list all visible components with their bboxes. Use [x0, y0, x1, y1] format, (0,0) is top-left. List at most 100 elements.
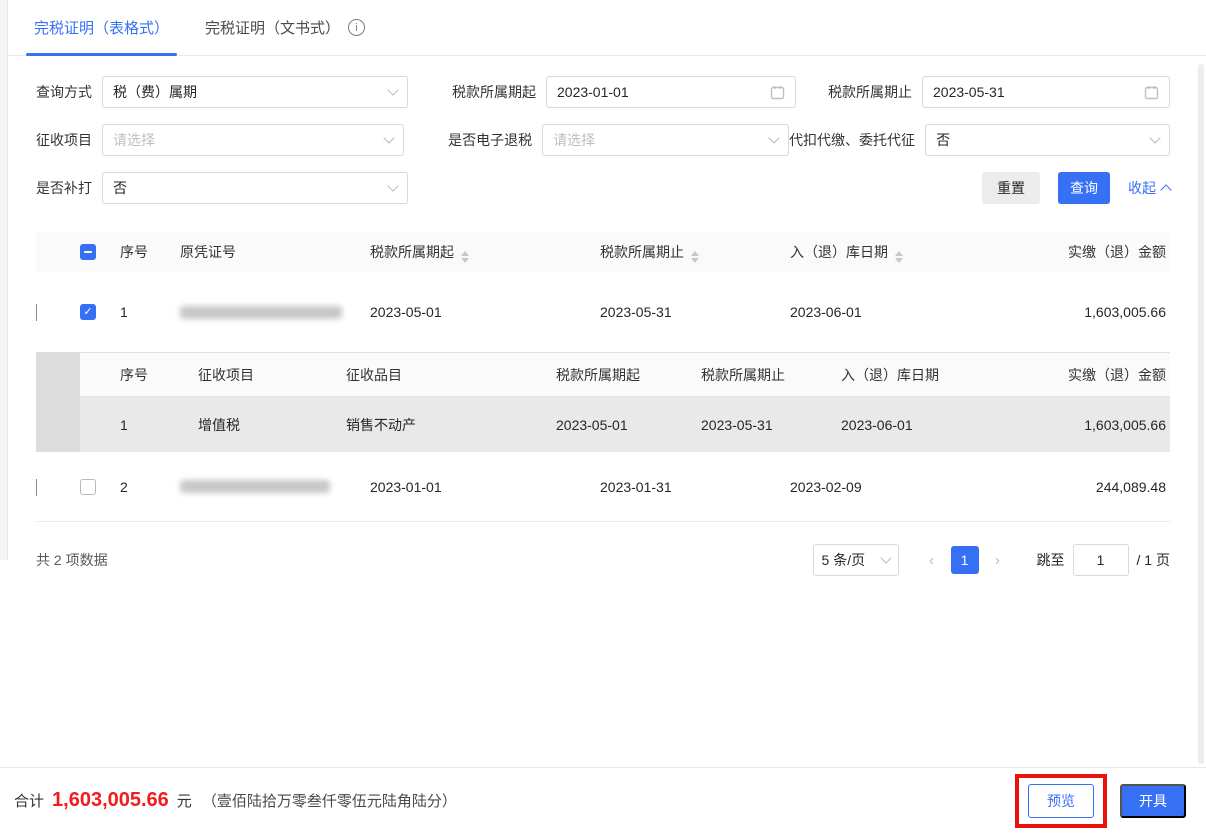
vertical-scrollbar[interactable] [1198, 64, 1204, 764]
period-end-datepicker[interactable]: 2023-05-31 [922, 76, 1170, 108]
issue-button[interactable]: 开具 [1120, 784, 1186, 818]
tab-tax-certificate-document[interactable]: 完税证明（文书式） i [187, 0, 383, 55]
chevron-down-icon [387, 180, 398, 191]
header-period-end[interactable]: 税款所属期止 [600, 242, 790, 263]
header-storage-date[interactable]: 入（退）库日期 [790, 242, 990, 263]
detail-subtable: 序号 征收项目 征收品目 税款所属期起 税款所属期止 入（退）库日期 实缴（退）… [36, 352, 1170, 452]
row-amount: 244,089.48 [990, 479, 1170, 495]
row-period-start: 2023-05-01 [370, 304, 600, 320]
table-header-row: 序号 原凭证号 税款所属期起 税款所属期止 入（退）库日期 实缴（退）金额 [36, 232, 1170, 272]
period-start-datepicker[interactable]: 2023-01-01 [546, 76, 796, 108]
period-end-label: 税款所属期止 [828, 82, 912, 102]
sort-icon[interactable] [895, 251, 903, 263]
jump-label: 跳至 [1037, 550, 1065, 570]
reprint-label: 是否补打 [36, 178, 92, 198]
pagination-controls: 5 条/页 ‹ 1 › 跳至 / 1 页 [813, 544, 1170, 576]
reprint-select[interactable]: 否 [102, 172, 408, 204]
footer-bar: 合计 1,603,005.66 元 （壹佰陆拾万零叁仟零伍元陆角陆分） 预览 开… [0, 767, 1206, 833]
red-highlight-annotation: 预览 [1015, 774, 1107, 828]
row-select [80, 479, 120, 495]
detail-gutter [36, 352, 80, 452]
period-end-value: 2023-05-31 [933, 84, 1005, 100]
row-checkbox[interactable] [80, 304, 96, 320]
row-period-start: 2023-01-01 [370, 479, 600, 495]
left-edge-strip [0, 0, 8, 560]
e-refund-select[interactable]: 请选择 [542, 124, 789, 156]
query-mode-label: 查询方式 [36, 82, 92, 102]
tab-label: 完税证明（文书式） [205, 17, 340, 38]
chevron-down-icon [880, 552, 891, 563]
chevron-down-icon [36, 304, 37, 321]
chevron-down-icon [768, 132, 779, 143]
detail-item: 增值税 [198, 415, 346, 435]
row-expand-toggle[interactable] [36, 479, 80, 495]
header-period-end-label: 税款所属期止 [600, 244, 684, 260]
header-storage-date-label: 入（退）库日期 [790, 244, 888, 260]
row-voucher [180, 480, 370, 493]
detail-header-seq: 序号 [80, 365, 198, 385]
row-checkbox[interactable] [80, 479, 96, 495]
sort-icon[interactable] [691, 251, 699, 263]
footer-buttons: 预览 开具 [1015, 774, 1186, 828]
chevron-up-icon [1160, 184, 1171, 195]
e-refund-placeholder: 请选择 [553, 130, 595, 150]
detail-amount: 1,603,005.66 [981, 417, 1170, 433]
row-seq: 2 [120, 479, 180, 495]
detail-header-storage-date: 入（退）库日期 [841, 365, 981, 385]
redacted-voucher-number [180, 306, 342, 319]
detail-table: 序号 征收项目 征收品目 税款所属期起 税款所属期止 入（退）库日期 实缴（退）… [80, 352, 1170, 452]
chevron-right-icon [36, 479, 37, 496]
header-select-all [80, 244, 120, 260]
filter-row-1: 查询方式 税（费）属期 税款所属期起 2023-01-01 税款所属期止 202… [36, 76, 1170, 108]
calendar-icon [770, 85, 785, 100]
select-all-checkbox[interactable] [80, 244, 96, 260]
row-expand-toggle[interactable] [36, 304, 80, 320]
total-pages-text: / 1 页 [1137, 550, 1170, 570]
current-page-button[interactable]: 1 [951, 546, 979, 574]
page-size-value: 5 条/页 [822, 550, 866, 570]
detail-header-period-start: 税款所属期起 [556, 365, 701, 385]
jump-page-input[interactable] [1073, 544, 1129, 576]
levy-item-select[interactable]: 请选择 [102, 124, 404, 156]
e-refund-label: 是否电子退税 [448, 130, 532, 150]
query-button[interactable]: 查询 [1058, 172, 1110, 204]
filter-actions: 重置 查询 收起 [982, 172, 1170, 204]
preview-button[interactable]: 预览 [1028, 784, 1094, 818]
detail-storage-date: 2023-06-01 [841, 417, 981, 433]
levy-item-placeholder: 请选择 [113, 130, 155, 150]
withholding-label: 代扣代缴、委托代征 [789, 130, 915, 150]
redacted-voucher-number [180, 480, 330, 493]
detail-header-amount: 实缴（退）金额 [981, 365, 1170, 385]
pagination-bar: 共 2 项数据 5 条/页 ‹ 1 › 跳至 / 1 页 [0, 522, 1206, 576]
row-select [80, 304, 120, 320]
row-period-end: 2023-05-31 [600, 304, 790, 320]
table-row[interactable]: 2 2023-01-01 2023-01-31 2023-02-09 244,0… [36, 452, 1170, 522]
withholding-select[interactable]: 否 [925, 124, 1170, 156]
period-start-label: 税款所属期起 [452, 82, 536, 102]
page-jumper: 跳至 / 1 页 [1037, 544, 1170, 576]
query-mode-value: 税（费）属期 [113, 82, 197, 102]
total-label: 合计 [14, 790, 44, 811]
info-icon[interactable]: i [348, 19, 365, 36]
header-voucher: 原凭证号 [180, 242, 370, 262]
sort-icon[interactable] [461, 251, 469, 263]
query-mode-select[interactable]: 税（费）属期 [102, 76, 408, 108]
tab-bar: 完税证明（表格式） 完税证明（文书式） i [0, 0, 1206, 56]
next-page-button[interactable]: › [983, 552, 1013, 569]
tab-label: 完税证明（表格式） [34, 17, 169, 38]
detail-header-item: 征收项目 [198, 365, 346, 385]
table-row[interactable]: 1 2023-05-01 2023-05-31 2023-06-01 1,603… [36, 272, 1170, 352]
header-period-start[interactable]: 税款所属期起 [370, 242, 600, 263]
levy-item-label: 征收项目 [36, 130, 92, 150]
header-period-start-label: 税款所属期起 [370, 244, 454, 260]
filter-row-3: 是否补打 否 重置 查询 收起 [36, 172, 1170, 204]
reset-button[interactable]: 重置 [982, 172, 1040, 204]
collapse-link[interactable]: 收起 [1128, 178, 1170, 198]
result-table: 序号 原凭证号 税款所属期起 税款所属期止 入（退）库日期 实缴（退）金额 1 … [0, 220, 1206, 522]
row-storage-date: 2023-06-01 [790, 304, 990, 320]
page-size-select[interactable]: 5 条/页 [813, 544, 899, 576]
detail-period-start: 2023-05-01 [556, 417, 701, 433]
prev-page-button[interactable]: ‹ [917, 552, 947, 569]
row-voucher [180, 306, 370, 319]
tab-tax-certificate-table[interactable]: 完税证明（表格式） [16, 0, 187, 55]
